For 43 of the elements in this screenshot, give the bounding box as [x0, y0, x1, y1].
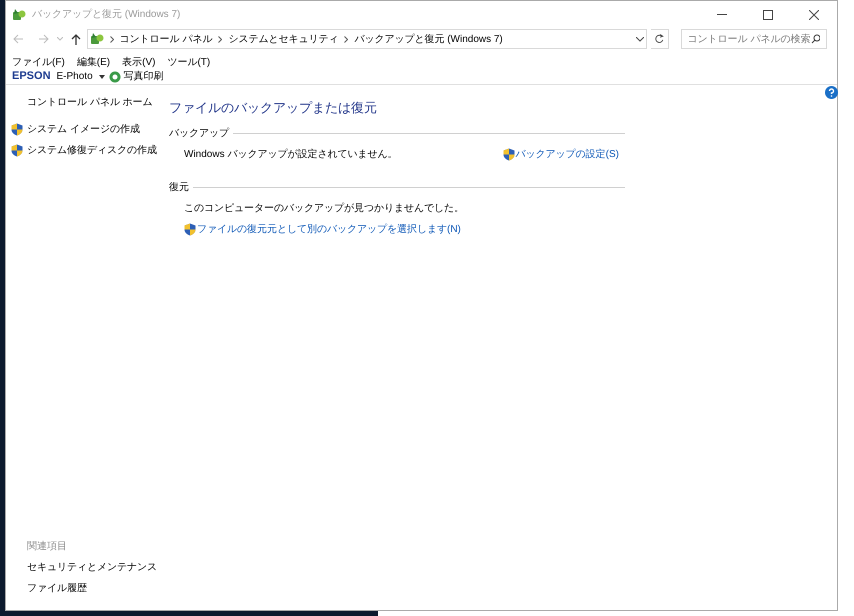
- sidebar-link[interactable]: システム修復ディスクの作成: [27, 143, 157, 158]
- shield-icon: [502, 148, 515, 160]
- refresh-icon[interactable]: [651, 29, 669, 49]
- dropdown-caret-icon[interactable]: [98, 74, 105, 78]
- sidebar-link[interactable]: セキュリティとメンテナンス: [27, 560, 169, 575]
- breadcrumb-item[interactable]: システムとセキュリティ: [228, 32, 338, 46]
- status-message: このコンピューターのバックアップが見つかりませんでした。: [184, 202, 465, 216]
- dropdown-caret-icon[interactable]: [636, 36, 644, 42]
- menu-item[interactable]: ファイル(F): [12, 54, 65, 70]
- menu-item[interactable]: 編集(E): [76, 54, 110, 70]
- sidebar-link[interactable]: コントロール パネル ホーム: [27, 95, 169, 110]
- restore-link[interactable]: ファイルの復元元として別のバックアップを選択します(N): [197, 222, 461, 236]
- brand-logo: EPSON: [12, 69, 51, 84]
- search-icon: [810, 34, 820, 44]
- shield-icon: [11, 123, 23, 136]
- breadcrumb-item[interactable]: バックアップと復元 (Windows 7): [354, 32, 503, 46]
- minimize-icon: [717, 14, 727, 15]
- up-arrow-icon[interactable]: [70, 34, 81, 44]
- sidebar-link[interactable]: システム イメージの作成: [27, 122, 140, 137]
- chevron-icon: [344, 36, 348, 42]
- chevron-icon: [110, 36, 114, 42]
- app-name[interactable]: E-Photo: [56, 69, 93, 84]
- print-button[interactable]: 写真印刷: [124, 69, 164, 84]
- sidebar-link[interactable]: ファイル履歴: [27, 581, 169, 596]
- close-icon: [809, 10, 819, 20]
- search-field[interactable]: コントロール パネルの検索: [680, 29, 827, 49]
- print-icon: [108, 70, 121, 82]
- address-bar[interactable]: コントロール パネル システムとセキュリティ バックアップと復元 (Windows 7): [86, 29, 648, 49]
- status-message: Windows バックアップが設定されていません。: [184, 148, 398, 162]
- section-heading: 復元: [169, 180, 189, 194]
- page-title: ファイルのバックアップまたは復元: [169, 99, 378, 117]
- section-heading: バックアップ: [169, 126, 229, 140]
- maximize-icon: [763, 10, 773, 20]
- shield-icon: [184, 222, 196, 236]
- help-icon[interactable]: [825, 86, 838, 99]
- menu-item[interactable]: 表示(V): [122, 54, 156, 70]
- breadcrumb-item[interactable]: コントロール パネル: [120, 32, 212, 46]
- window-title: バックアップと復元 (Windows 7): [32, 8, 180, 22]
- menu-item[interactable]: ツール(T): [167, 54, 210, 70]
- shield-icon: [11, 144, 23, 157]
- settings-link[interactable]: バックアップの設定(S): [516, 146, 619, 162]
- chevron-icon: [218, 36, 222, 42]
- related-heading: 関連項目: [27, 540, 68, 554]
